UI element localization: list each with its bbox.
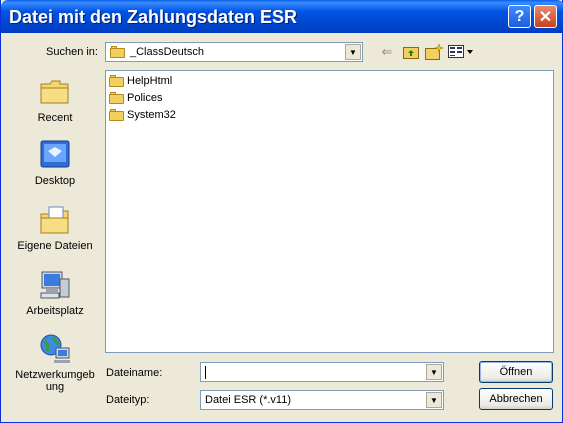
folder-icon (109, 109, 125, 121)
lookin-label: Suchen in: (46, 46, 98, 58)
place-label: Desktop (34, 175, 76, 187)
place-my-computer[interactable]: Arbeitsplatz (9, 269, 101, 317)
place-recent[interactable]: Recent (9, 76, 101, 124)
desktop-icon (38, 139, 72, 171)
up-folder-icon[interactable] (402, 43, 420, 61)
folder-icon (109, 92, 125, 104)
my-computer-icon (38, 269, 72, 301)
chevron-down-icon[interactable]: ▼ (345, 44, 361, 60)
filetype-select[interactable]: Datei ESR (*.v11) ▼ (200, 390, 444, 410)
cancel-button[interactable]: Abbrechen (479, 388, 553, 410)
place-label: Recent (37, 112, 73, 124)
place-network[interactable]: Netzwerkumgeb ung (9, 333, 101, 393)
file-list[interactable]: HelpHtml Polices System32 (105, 70, 554, 353)
list-item[interactable]: System32 (109, 107, 176, 123)
back-arrow-icon[interactable]: ⇐ (378, 43, 396, 61)
open-file-dialog: Datei mit den Zahlungsdaten ESR ? ✕ Such… (0, 0, 563, 423)
filename-label: Dateiname: (106, 367, 163, 379)
file-name: Polices (127, 92, 163, 104)
place-my-documents[interactable]: Eigene Dateien (9, 204, 101, 252)
close-button[interactable]: ✕ (534, 5, 557, 28)
file-name: HelpHtml (127, 75, 173, 87)
network-icon (38, 333, 72, 365)
window-title: Datei mit den Zahlungsdaten ESR (9, 7, 298, 27)
folder-icon (110, 46, 126, 58)
open-button[interactable]: Öffnen (479, 361, 553, 383)
place-label: Eigene Dateien (17, 240, 93, 252)
filetype-value: Datei ESR (*.v11) (205, 394, 291, 406)
recent-folder-icon (38, 76, 72, 108)
title-bar[interactable]: Datei mit den Zahlungsdaten ESR ? ✕ (1, 0, 563, 33)
lookin-value: _ClassDeutsch (130, 46, 204, 58)
filename-input[interactable]: ▼ (200, 362, 444, 382)
my-documents-icon (38, 204, 72, 236)
filetype-label: Dateityp: (106, 394, 150, 406)
place-label: Arbeitsplatz (26, 305, 84, 317)
new-folder-icon[interactable] (425, 43, 443, 61)
folder-icon (109, 75, 125, 87)
help-button[interactable]: ? (508, 5, 531, 28)
view-menu-icon[interactable] (448, 43, 474, 61)
place-desktop[interactable]: Desktop (9, 139, 101, 187)
chevron-down-icon[interactable]: ▼ (426, 392, 442, 408)
place-label: Netzwerkumgeb ung (15, 369, 95, 393)
list-item[interactable]: HelpHtml (109, 73, 172, 89)
chevron-down-icon[interactable]: ▼ (426, 364, 442, 380)
lookin-combo[interactable]: _ClassDeutsch ▼ (105, 42, 363, 62)
file-name: System32 (127, 109, 176, 121)
list-item[interactable]: Polices (109, 90, 162, 106)
text-caret (205, 366, 206, 379)
